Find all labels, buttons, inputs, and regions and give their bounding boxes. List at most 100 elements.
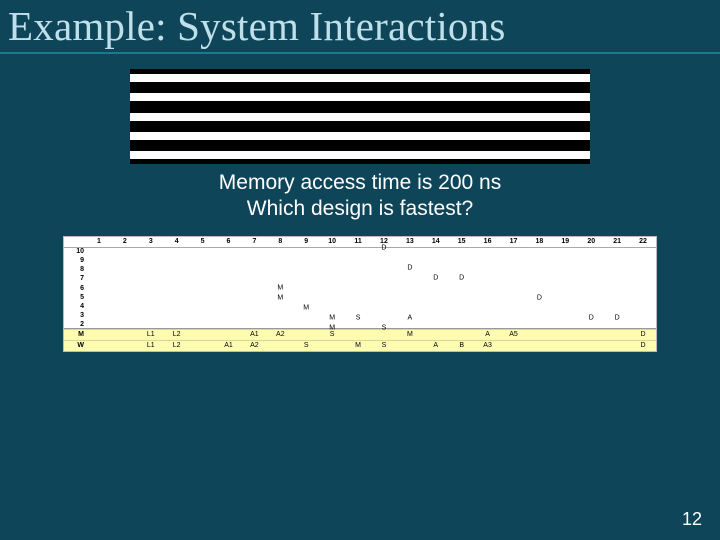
summary-cell bbox=[216, 330, 242, 340]
summary-row-label: M bbox=[64, 330, 86, 340]
stripe-graphic bbox=[130, 69, 590, 164]
summary-cell: S bbox=[371, 341, 397, 351]
summary-row: WL1L2A1A2SMSABA3D bbox=[64, 340, 656, 351]
x-tick: 3 bbox=[138, 237, 164, 247]
stripe-line bbox=[130, 132, 590, 140]
x-tick: 5 bbox=[190, 237, 216, 247]
chart-marker: M bbox=[277, 285, 283, 292]
stripe-line bbox=[130, 151, 590, 159]
summary-cell: L2 bbox=[164, 330, 190, 340]
x-tick: 20 bbox=[578, 237, 604, 247]
summary-cell bbox=[449, 330, 475, 340]
x-tick: 7 bbox=[241, 237, 267, 247]
summary-cell: A3 bbox=[475, 341, 501, 351]
page-number: 12 bbox=[682, 509, 702, 530]
x-tick: 13 bbox=[397, 237, 423, 247]
summary-cell bbox=[86, 341, 112, 351]
chart-marker: D bbox=[537, 295, 542, 302]
stripe-line bbox=[130, 113, 590, 121]
summary-cell: M bbox=[397, 330, 423, 340]
stripe-line bbox=[130, 93, 590, 101]
summary-cell bbox=[190, 341, 216, 351]
x-tick: 8 bbox=[267, 237, 293, 247]
summary-cell: A2 bbox=[267, 330, 293, 340]
summary-cell bbox=[112, 341, 138, 351]
summary-cell: S bbox=[319, 330, 345, 340]
title-bar: Example: System Interactions bbox=[0, 0, 720, 54]
y-tick: 3 bbox=[66, 312, 84, 319]
summary-cell: L2 bbox=[164, 341, 190, 351]
chart-y-axis: 1098765432 bbox=[64, 248, 86, 328]
summary-cell bbox=[371, 330, 397, 340]
x-tick: 22 bbox=[630, 237, 656, 247]
x-tick: 6 bbox=[216, 237, 242, 247]
chart-marker: M bbox=[277, 295, 283, 302]
caption-line-1: Memory access time is 200 ns bbox=[0, 170, 720, 196]
summary-cell bbox=[86, 330, 112, 340]
summary-cell bbox=[604, 330, 630, 340]
summary-cell bbox=[423, 330, 449, 340]
chart-marker: D bbox=[459, 275, 464, 282]
summary-cell: S bbox=[293, 341, 319, 351]
x-tick: 17 bbox=[501, 237, 527, 247]
summary-cell bbox=[526, 330, 552, 340]
y-tick: 6 bbox=[66, 285, 84, 292]
timing-chart: 12345678910111213141516171819202122 1098… bbox=[63, 236, 657, 352]
chart-marker: D bbox=[589, 315, 594, 322]
summary-cell: A bbox=[475, 330, 501, 340]
y-tick: 9 bbox=[66, 257, 84, 264]
x-tick: 9 bbox=[293, 237, 319, 247]
y-tick: 7 bbox=[66, 275, 84, 282]
summary-cell bbox=[293, 330, 319, 340]
summary-cell: A5 bbox=[501, 330, 527, 340]
summary-cell bbox=[578, 341, 604, 351]
stripe-line bbox=[130, 74, 590, 82]
summary-cell: D bbox=[630, 330, 656, 340]
x-tick: 11 bbox=[345, 237, 371, 247]
x-tick: 2 bbox=[112, 237, 138, 247]
y-tick: 2 bbox=[66, 321, 84, 328]
summary-cell: D bbox=[630, 341, 656, 351]
x-tick: 10 bbox=[319, 237, 345, 247]
x-tick: 4 bbox=[164, 237, 190, 247]
summary-cell bbox=[552, 330, 578, 340]
chart-x-axis: 12345678910111213141516171819202122 bbox=[64, 237, 656, 248]
chart-marker: S bbox=[356, 315, 361, 322]
summary-cell bbox=[397, 341, 423, 351]
summary-cell bbox=[578, 330, 604, 340]
summary-cell: B bbox=[449, 341, 475, 351]
chart-marker: D bbox=[615, 315, 620, 322]
summary-cell: A1 bbox=[216, 341, 242, 351]
chart-plot-area: 1098765432 DDDDMDMMMSADDMS bbox=[64, 248, 656, 328]
summary-row-label: W bbox=[64, 341, 86, 351]
caption-block: Memory access time is 200 ns Which desig… bbox=[0, 170, 720, 222]
summary-cell bbox=[190, 330, 216, 340]
summary-cell: M bbox=[345, 341, 371, 351]
x-tick: 14 bbox=[423, 237, 449, 247]
summary-cell bbox=[526, 341, 552, 351]
chart-marker: D bbox=[407, 265, 412, 272]
chart-summary-rows: ML1L2A1A2SMAA5DWL1L2A1A2SMSABA3D bbox=[64, 328, 656, 351]
y-tick: 8 bbox=[66, 266, 84, 273]
summary-cell: L1 bbox=[138, 330, 164, 340]
slide-title: Example: System Interactions bbox=[8, 3, 505, 49]
chart-marker: M bbox=[329, 315, 335, 322]
summary-cell: A1 bbox=[241, 330, 267, 340]
chart-marker: M bbox=[329, 325, 335, 332]
summary-cell: A bbox=[423, 341, 449, 351]
x-tick: 21 bbox=[604, 237, 630, 247]
x-tick: 1 bbox=[86, 237, 112, 247]
summary-cell bbox=[319, 341, 345, 351]
summary-cell bbox=[112, 330, 138, 340]
summary-cell: L1 bbox=[138, 341, 164, 351]
summary-cell bbox=[267, 341, 293, 351]
summary-cell bbox=[345, 330, 371, 340]
summary-row: M L1L2 A1A2 S M AA5 D bbox=[64, 329, 656, 340]
caption-line-2: Which design is fastest? bbox=[0, 196, 720, 222]
chart-marker: D bbox=[381, 245, 386, 252]
summary-cell bbox=[604, 341, 630, 351]
chart-markers: DDDDMDMMMSADDMS bbox=[86, 248, 656, 328]
x-tick: 19 bbox=[552, 237, 578, 247]
chart-marker: D bbox=[433, 275, 438, 282]
y-tick: 10 bbox=[66, 248, 84, 255]
